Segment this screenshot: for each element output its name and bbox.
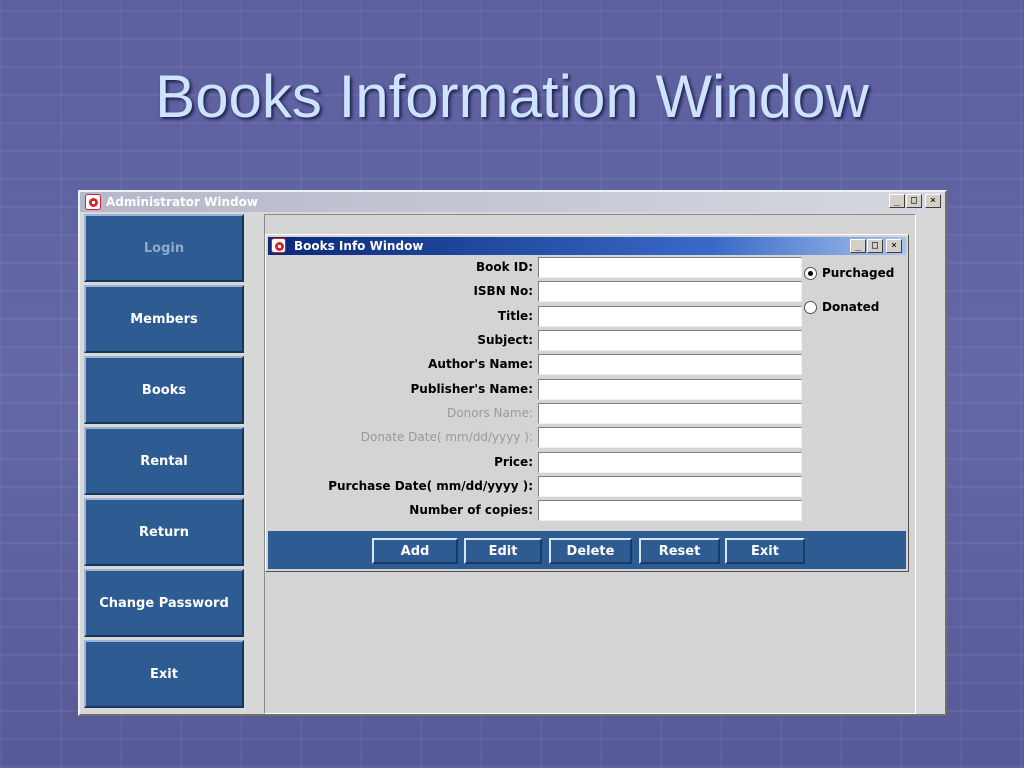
books-window-controls: _ □ × <box>850 239 902 253</box>
admin-window-controls: _ □ × <box>889 194 941 208</box>
subject-label: Subject: <box>477 333 533 347</box>
add-button[interactable]: Add <box>372 538 458 564</box>
author-name-input[interactable] <box>538 354 802 375</box>
maximize-button[interactable]: □ <box>867 239 883 253</box>
content-panel: Books Info Window _ □ × Book ID: ISBN No… <box>264 214 916 714</box>
radio-purchased-label: Purchaged <box>822 266 895 280</box>
close-button[interactable]: × <box>925 194 941 208</box>
donors-name-label: Donors Name: <box>447 406 533 420</box>
administrator-window: Administrator Window _ □ × Login Members… <box>78 190 947 716</box>
donate-date-label: Donate Date( mm/dd/yyyy ): <box>360 430 533 444</box>
radio-donated-label: Donated <box>822 300 880 314</box>
price-input[interactable] <box>538 452 802 473</box>
delete-button[interactable]: Delete <box>549 538 632 564</box>
radio-purchased[interactable]: Purchaged <box>804 264 894 282</box>
sidebar-item-exit[interactable]: Exit <box>84 640 244 708</box>
radio-unselected-icon[interactable] <box>804 300 817 314</box>
books-titlebar[interactable]: Books Info Window _ □ × <box>268 237 906 255</box>
purchase-date-input[interactable] <box>538 476 802 497</box>
maximize-button[interactable]: □ <box>906 194 922 208</box>
publisher-name-input[interactable] <box>538 379 802 400</box>
sidebar-item-change-password[interactable]: Change Password <box>84 569 244 637</box>
books-info-window: Books Info Window _ □ × Book ID: ISBN No… <box>265 234 909 572</box>
minimize-button[interactable]: _ <box>889 194 905 208</box>
book-id-label: Book ID: <box>475 260 533 274</box>
number-of-copies-input[interactable] <box>538 500 802 521</box>
title-label: Title: <box>497 309 533 323</box>
sidebar-item-books[interactable]: Books <box>84 356 244 424</box>
action-bar: Add Edit Delete Reset Exit <box>268 531 906 569</box>
sidebar-item-rental[interactable]: Rental <box>84 427 244 495</box>
sidebar-item-login[interactable]: Login <box>84 214 244 282</box>
close-button[interactable]: × <box>886 239 902 253</box>
isbn-input[interactable] <box>538 281 802 302</box>
subject-input[interactable] <box>538 330 802 351</box>
donors-name-input[interactable] <box>538 403 802 424</box>
donate-date-input[interactable] <box>538 427 802 448</box>
purchase-date-label: Purchase Date( mm/dd/yyyy ): <box>328 479 533 493</box>
slide-title: Books Information Window <box>155 63 869 130</box>
sidebar-item-members[interactable]: Members <box>84 285 244 353</box>
reset-button[interactable]: Reset <box>639 538 720 564</box>
title-input[interactable] <box>538 306 802 327</box>
number-of-copies-label: Number of copies: <box>409 503 533 517</box>
price-label: Price: <box>494 455 533 469</box>
books-window-title: Books Info Window <box>294 239 424 253</box>
exit-button[interactable]: Exit <box>725 538 805 564</box>
radio-selected-icon[interactable] <box>804 266 817 280</box>
radio-donated[interactable]: Donated <box>804 298 879 316</box>
author-name-label: Author's Name: <box>428 357 533 371</box>
java-app-icon <box>271 238 286 253</box>
book-id-input[interactable] <box>538 257 802 278</box>
edit-button[interactable]: Edit <box>464 538 542 564</box>
isbn-label: ISBN No: <box>473 284 533 298</box>
publisher-name-label: Publisher's Name: <box>410 382 533 396</box>
sidebar-item-return[interactable]: Return <box>84 498 244 566</box>
admin-titlebar[interactable]: Administrator Window _ □ × <box>80 192 945 212</box>
minimize-button[interactable]: _ <box>850 239 866 253</box>
admin-window-title: Administrator Window <box>106 195 258 209</box>
java-app-icon <box>85 194 101 210</box>
